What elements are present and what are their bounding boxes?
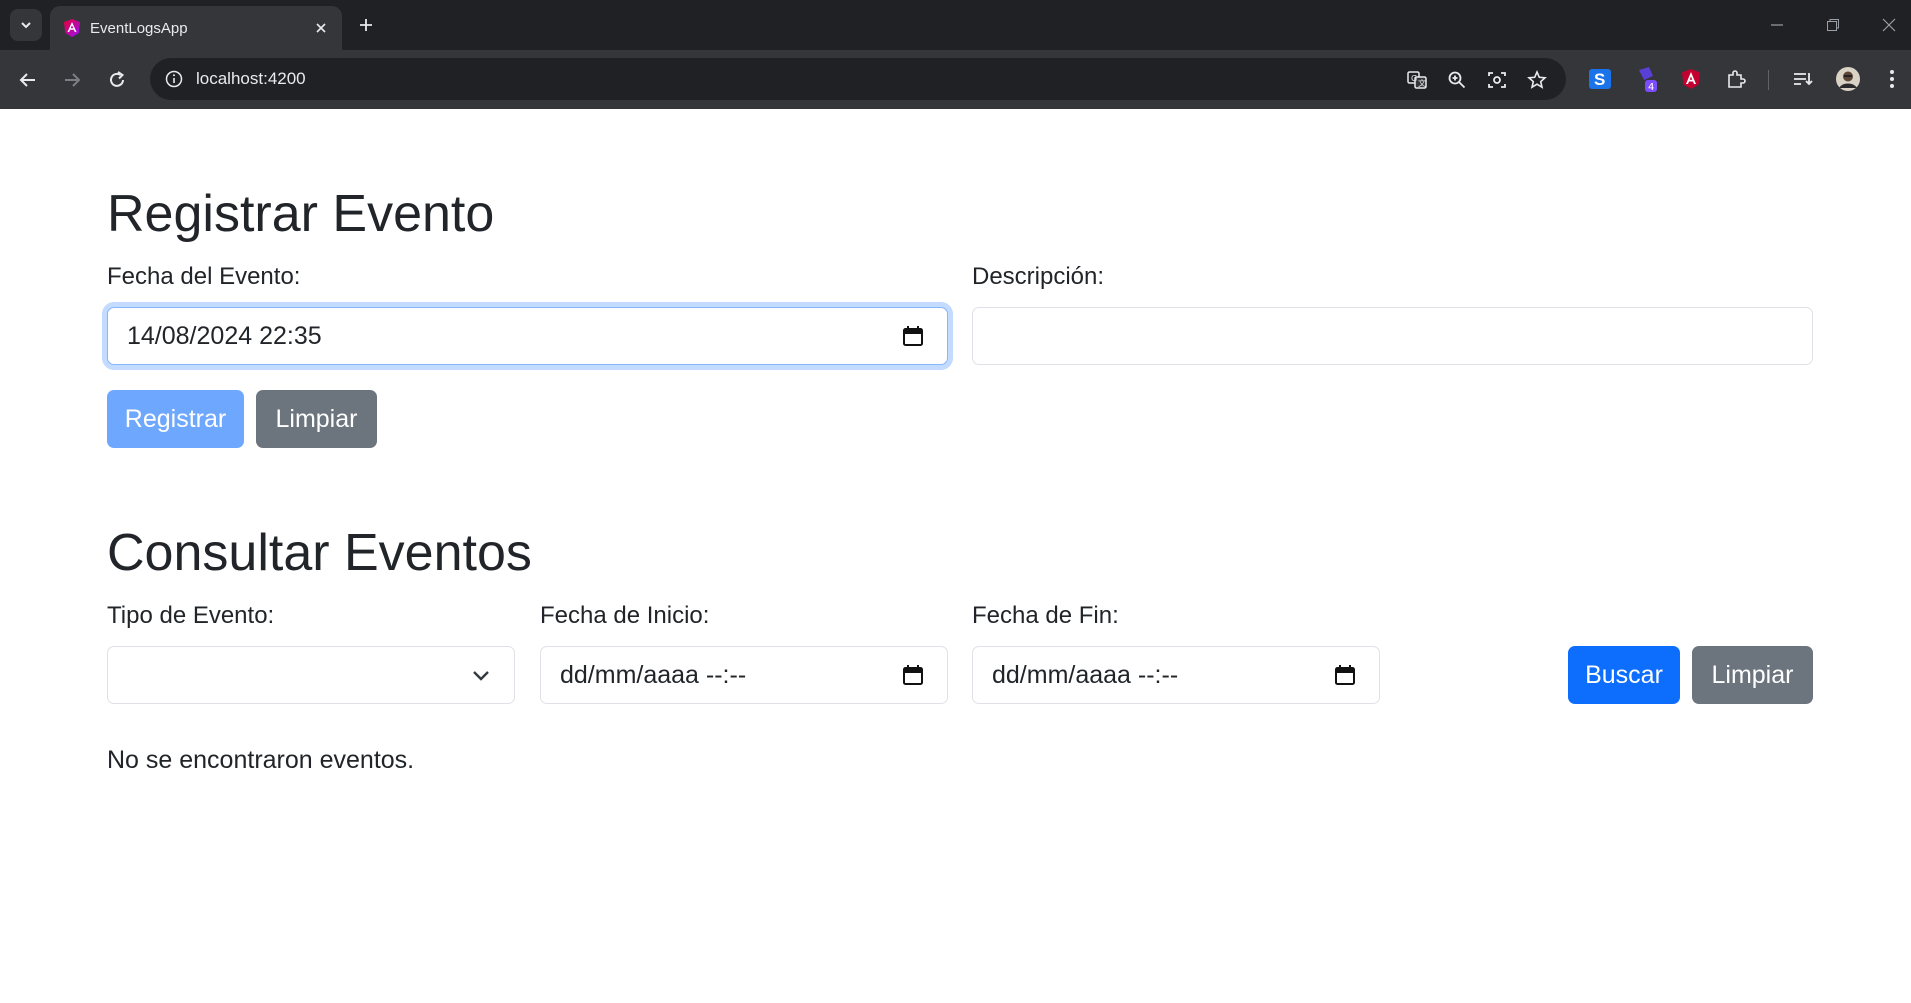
browser-toolbar: localhost:4200 G文 S 4 xyxy=(0,50,1911,109)
extension-s-icon[interactable]: S xyxy=(1584,63,1616,95)
start-date-input[interactable]: dd/mm/aaaa --:-- xyxy=(540,646,948,704)
chevron-down-icon xyxy=(473,671,489,681)
close-window-icon[interactable] xyxy=(1876,12,1902,38)
lens-screenshot-icon[interactable] xyxy=(1484,67,1510,93)
bookmark-star-icon[interactable] xyxy=(1524,67,1550,93)
close-tab-icon[interactable] xyxy=(310,17,332,39)
register-section-title: Registrar Evento xyxy=(107,185,495,243)
query-clear-button[interactable]: Limpiar xyxy=(1692,646,1813,704)
reload-icon[interactable] xyxy=(101,64,133,96)
end-date-label: Fecha de Fin: xyxy=(972,602,1119,629)
event-type-select[interactable] xyxy=(107,646,515,704)
extension-badge: 4 xyxy=(1648,82,1654,93)
browser-tab-active[interactable]: EventLogsApp xyxy=(50,6,342,50)
calendar-icon[interactable] xyxy=(901,663,925,687)
address-bar[interactable]: localhost:4200 G文 xyxy=(150,58,1566,100)
new-tab-icon[interactable] xyxy=(352,11,380,39)
calendar-icon[interactable] xyxy=(1333,663,1357,687)
browser-menu-icon[interactable] xyxy=(1876,63,1908,95)
extension-purple-icon[interactable]: 4 xyxy=(1630,63,1662,95)
search-button[interactable]: Buscar xyxy=(1568,646,1680,704)
description-input[interactable] xyxy=(972,307,1813,365)
register-button[interactable]: Registrar xyxy=(107,390,244,448)
svg-text:G: G xyxy=(1411,74,1417,83)
end-date-input[interactable]: dd/mm/aaaa --:-- xyxy=(972,646,1380,704)
query-section-title: Consultar Eventos xyxy=(107,524,532,582)
calendar-icon[interactable] xyxy=(901,324,925,348)
tab-title: EventLogsApp xyxy=(90,20,188,37)
event-type-label: Tipo de Evento: xyxy=(107,602,275,629)
extensions-puzzle-icon[interactable] xyxy=(1720,63,1752,95)
profile-avatar-icon[interactable] xyxy=(1832,63,1864,95)
empty-results-message: No se encontraron eventos. xyxy=(107,746,415,774)
tab-search-button[interactable] xyxy=(10,9,42,41)
event-date-value: 14/08/2024 22:35 xyxy=(127,322,322,350)
restore-window-icon[interactable] xyxy=(1820,12,1846,38)
description-label: Descripción: xyxy=(972,263,1105,290)
event-date-label: Fecha del Evento: xyxy=(107,263,301,290)
toolbar-divider xyxy=(1768,70,1769,90)
event-date-input[interactable]: 14/08/2024 22:35 xyxy=(107,307,948,365)
forward-icon[interactable] xyxy=(56,64,88,96)
chevron-down-icon xyxy=(21,22,31,29)
site-info-icon[interactable] xyxy=(162,67,186,91)
zoom-icon[interactable] xyxy=(1444,67,1470,93)
angular-devtools-icon[interactable] xyxy=(1675,63,1707,95)
reading-list-icon[interactable] xyxy=(1786,63,1818,95)
translate-icon[interactable]: G文 xyxy=(1404,67,1430,93)
start-date-label: Fecha de Inicio: xyxy=(540,602,710,629)
address-url: localhost:4200 xyxy=(196,69,306,88)
browser-tab-bar: EventLogsApp xyxy=(0,0,1911,50)
end-date-placeholder: dd/mm/aaaa --:-- xyxy=(992,661,1179,689)
start-date-placeholder: dd/mm/aaaa --:-- xyxy=(560,661,747,689)
back-icon[interactable] xyxy=(12,64,44,96)
angular-favicon-icon xyxy=(64,19,80,37)
svg-text:文: 文 xyxy=(1418,78,1426,88)
svg-text:S: S xyxy=(1594,70,1605,89)
minimize-window-icon[interactable] xyxy=(1764,12,1790,38)
register-clear-button[interactable]: Limpiar xyxy=(256,390,377,448)
